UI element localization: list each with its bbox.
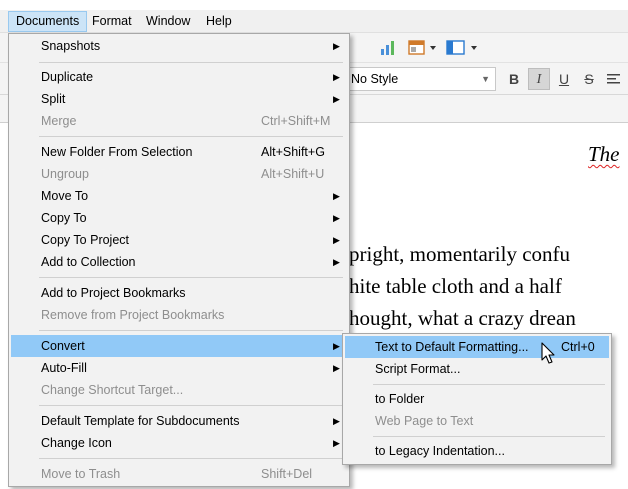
menu-item-split[interactable]: Split ▶ (11, 88, 347, 110)
menu-separator (39, 277, 343, 278)
style-select[interactable]: No Style ▼ (346, 67, 496, 91)
menu-item-snapshots[interactable]: Snapshots ▶ (11, 35, 347, 57)
bold-button[interactable]: B (503, 68, 525, 90)
menu-item-duplicate[interactable]: Duplicate ▶ (11, 66, 347, 88)
chevron-right-icon: ▶ (333, 235, 340, 245)
menu-item-copy-to-project[interactable]: Copy To Project ▶ (11, 229, 347, 251)
menu-item-move-to[interactable]: Move To ▶ (11, 185, 347, 207)
menu-window[interactable]: Window (139, 11, 197, 32)
menu-item-merge: Merge Ctrl+Shift+M (11, 110, 347, 132)
editor-line-4: hought, what a crazy drean (349, 306, 576, 330)
menu-separator (373, 384, 605, 385)
chevron-right-icon: ▶ (333, 72, 340, 82)
editor-line-3: hite table cloth and a half (349, 274, 562, 298)
menu-separator (39, 330, 343, 331)
italic-button[interactable]: I (528, 68, 550, 90)
editor-line-2: pright, momentarily confu (349, 242, 571, 266)
menu-item-add-bookmarks[interactable]: Add to Project Bookmarks (11, 282, 347, 304)
align-left-icon[interactable] (606, 73, 622, 85)
convert-submenu: Text to Default Formatting... Ctrl+0 Scr… (342, 333, 612, 465)
menubar: Documents Format Window Help (0, 10, 628, 33)
strikethrough-button[interactable]: S (578, 68, 600, 90)
move-to-trash-shortcut: Shift+Del (261, 467, 313, 481)
chevron-right-icon: ▶ (333, 41, 340, 51)
chart-icon[interactable] (380, 40, 398, 56)
menu-item-script-format[interactable]: Script Format... (345, 358, 609, 380)
menu-item-add-to-collection[interactable]: Add to Collection ▶ (11, 251, 347, 273)
chevron-right-icon: ▶ (333, 213, 340, 223)
menu-item-change-icon[interactable]: Change Icon ▶ (11, 432, 347, 454)
menu-separator (39, 62, 343, 63)
menu-format[interactable]: Format (85, 11, 139, 32)
new-folder-shortcut: Alt+Shift+G (261, 145, 325, 159)
mouse-cursor-icon (541, 342, 555, 364)
chevron-right-icon: ▶ (333, 363, 340, 373)
menu-documents[interactable]: Documents (8, 11, 88, 32)
chevron-down-icon: ▼ (481, 74, 490, 84)
chevron-right-icon: ▶ (333, 416, 340, 426)
chevron-right-icon: ▶ (333, 94, 340, 104)
chevron-right-icon: ▶ (333, 341, 340, 351)
menu-separator (39, 405, 343, 406)
ungroup-shortcut: Alt+Shift+U (261, 167, 325, 181)
menu-item-default-template[interactable]: Default Template for Subdocuments ▶ (11, 410, 347, 432)
menu-item-auto-fill[interactable]: Auto-Fill ▶ (11, 357, 347, 379)
chevron-right-icon: ▶ (333, 257, 340, 267)
menu-item-move-to-trash: Move to Trash Shift+Del (11, 463, 347, 485)
view-mode-icon[interactable] (446, 40, 482, 56)
menu-help[interactable]: Help (199, 11, 239, 32)
menu-item-convert[interactable]: Convert ▶ (11, 335, 347, 357)
documents-menu: Snapshots ▶ Duplicate ▶ Split ▶ Merge Ct… (8, 33, 350, 487)
menu-item-new-folder[interactable]: New Folder From Selection Alt+Shift+G (11, 141, 347, 163)
menu-item-change-shortcut: Change Shortcut Target... (41, 383, 184, 397)
menu-item-ungroup: Ungroup Alt+Shift+U (11, 163, 347, 185)
merge-shortcut: Ctrl+Shift+M (261, 114, 331, 128)
style-select-value: No Style (351, 72, 399, 86)
menu-item-to-folder[interactable]: to Folder (345, 388, 609, 410)
text-to-default-shortcut: Ctrl+0 (561, 340, 595, 354)
underline-button[interactable]: U (553, 68, 575, 90)
menu-separator (373, 436, 605, 437)
chevron-right-icon: ▶ (333, 438, 340, 448)
layout-icon[interactable] (408, 40, 438, 56)
menu-item-remove-bookmarks: Remove from Project Bookmarks (41, 308, 225, 322)
editor-line-1: The (588, 142, 620, 166)
chevron-right-icon: ▶ (333, 191, 340, 201)
menu-separator (39, 458, 343, 459)
menu-item-text-to-default[interactable]: Text to Default Formatting... Ctrl+0 (345, 336, 609, 358)
menu-separator (39, 136, 343, 137)
menu-item-legacy-indentation[interactable]: to Legacy Indentation... (345, 440, 609, 462)
menu-item-web-page-to-text: Web Page to Text (375, 414, 474, 428)
menu-item-copy-to[interactable]: Copy To ▶ (11, 207, 347, 229)
